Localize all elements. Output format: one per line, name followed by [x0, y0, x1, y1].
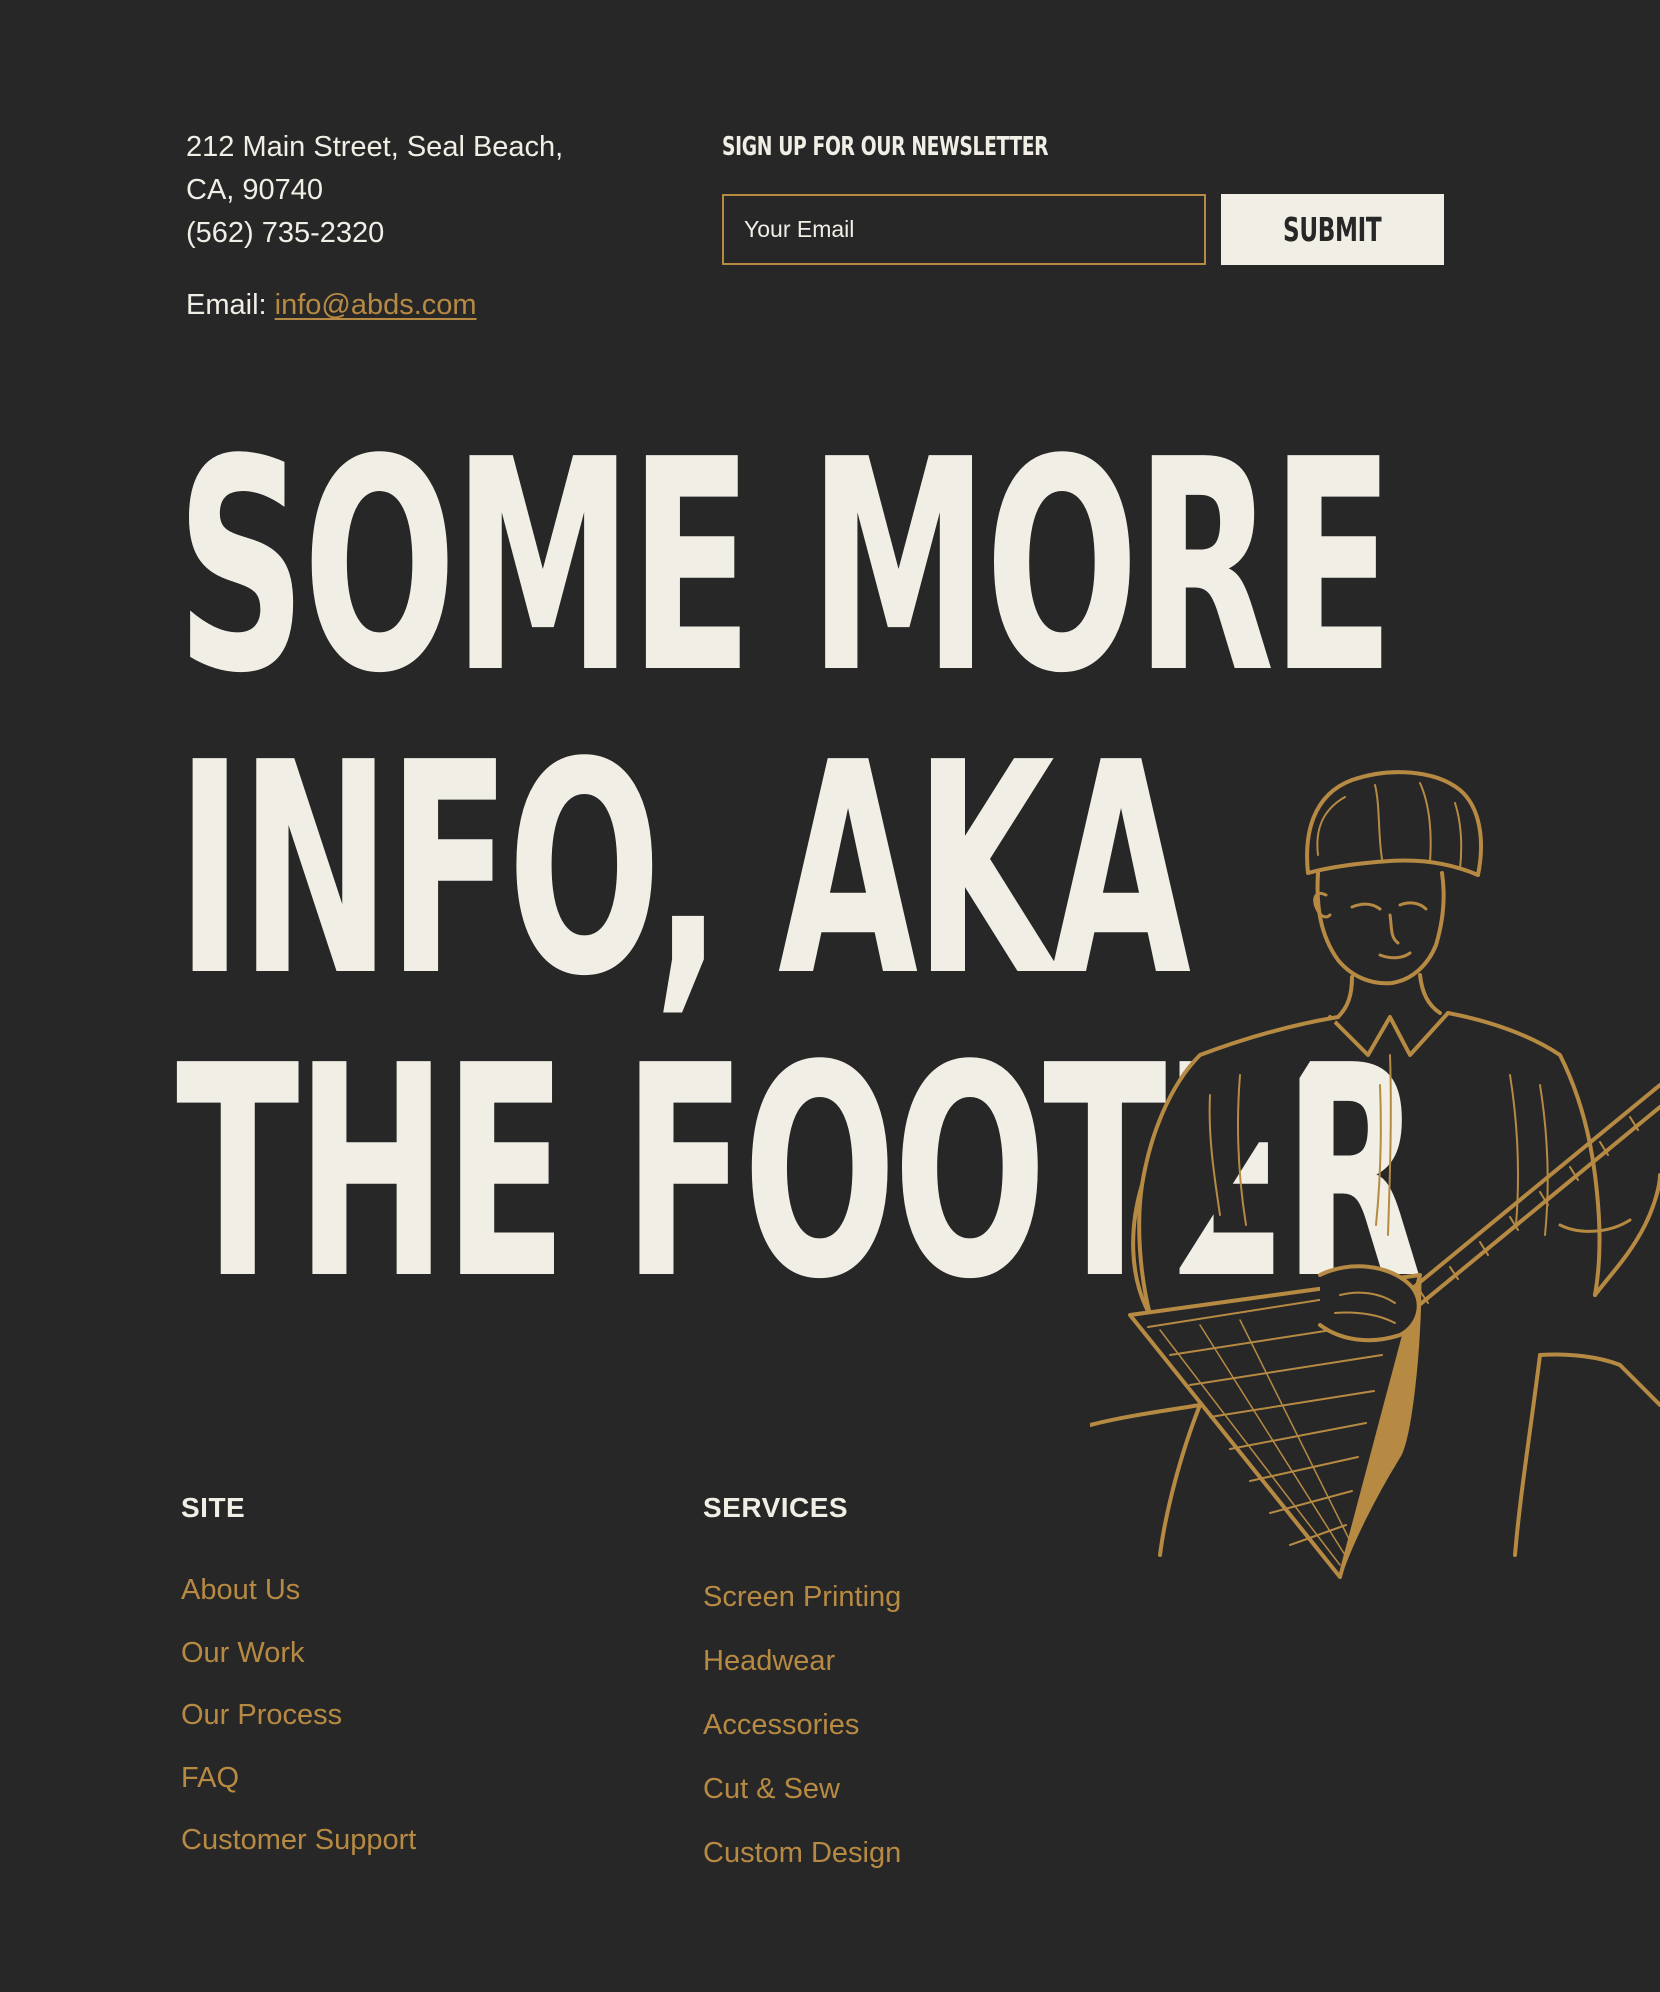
- services-link-headwear[interactable]: Headwear: [703, 1641, 901, 1705]
- services-link-cut-and-sew[interactable]: Cut & Sew: [703, 1769, 901, 1833]
- services-links-list: Screen Printing Headwear Accessories Cut…: [703, 1577, 901, 1897]
- submit-button-label: SUBMIT: [1283, 210, 1382, 249]
- newsletter-submit-button[interactable]: SUBMIT: [1221, 194, 1444, 265]
- site-link-about-us[interactable]: About Us: [181, 1570, 416, 1633]
- services-link-screen-printing[interactable]: Screen Printing: [703, 1577, 901, 1641]
- balalaika-player-illustration: [1090, 770, 1660, 1579]
- site-links-list: About Us Our Work Our Process FAQ Custom…: [181, 1570, 416, 1883]
- contact-address: 212 Main Street, Seal Beach, CA, 90740 (…: [186, 126, 563, 255]
- phone-number: (562) 735-2320: [186, 217, 385, 249]
- site-link-customer-support[interactable]: Customer Support: [181, 1820, 416, 1883]
- services-link-accessories[interactable]: Accessories: [703, 1705, 901, 1769]
- email-label: Email:: [186, 289, 267, 321]
- site-column-heading: SITE: [181, 1492, 246, 1523]
- site-link-our-work[interactable]: Our Work: [181, 1633, 416, 1696]
- newsletter-title: SIGN UP FOR OUR NEWSLETTER: [722, 132, 1049, 162]
- site-link-our-process[interactable]: Our Process: [181, 1695, 416, 1758]
- site-link-faq[interactable]: FAQ: [181, 1758, 416, 1821]
- address-line-2: CA, 90740: [186, 174, 324, 206]
- contact-email-row: Email: info@abds.com: [186, 284, 477, 327]
- services-link-custom-design[interactable]: Custom Design: [703, 1833, 901, 1897]
- headline-line-1: SOME MORE: [176, 397, 1395, 737]
- newsletter-email-input[interactable]: [722, 194, 1206, 265]
- services-column-heading: SERVICES: [703, 1492, 849, 1523]
- email-link[interactable]: info@abds.com: [275, 289, 477, 321]
- address-line-1: 212 Main Street, Seal Beach,: [186, 131, 564, 163]
